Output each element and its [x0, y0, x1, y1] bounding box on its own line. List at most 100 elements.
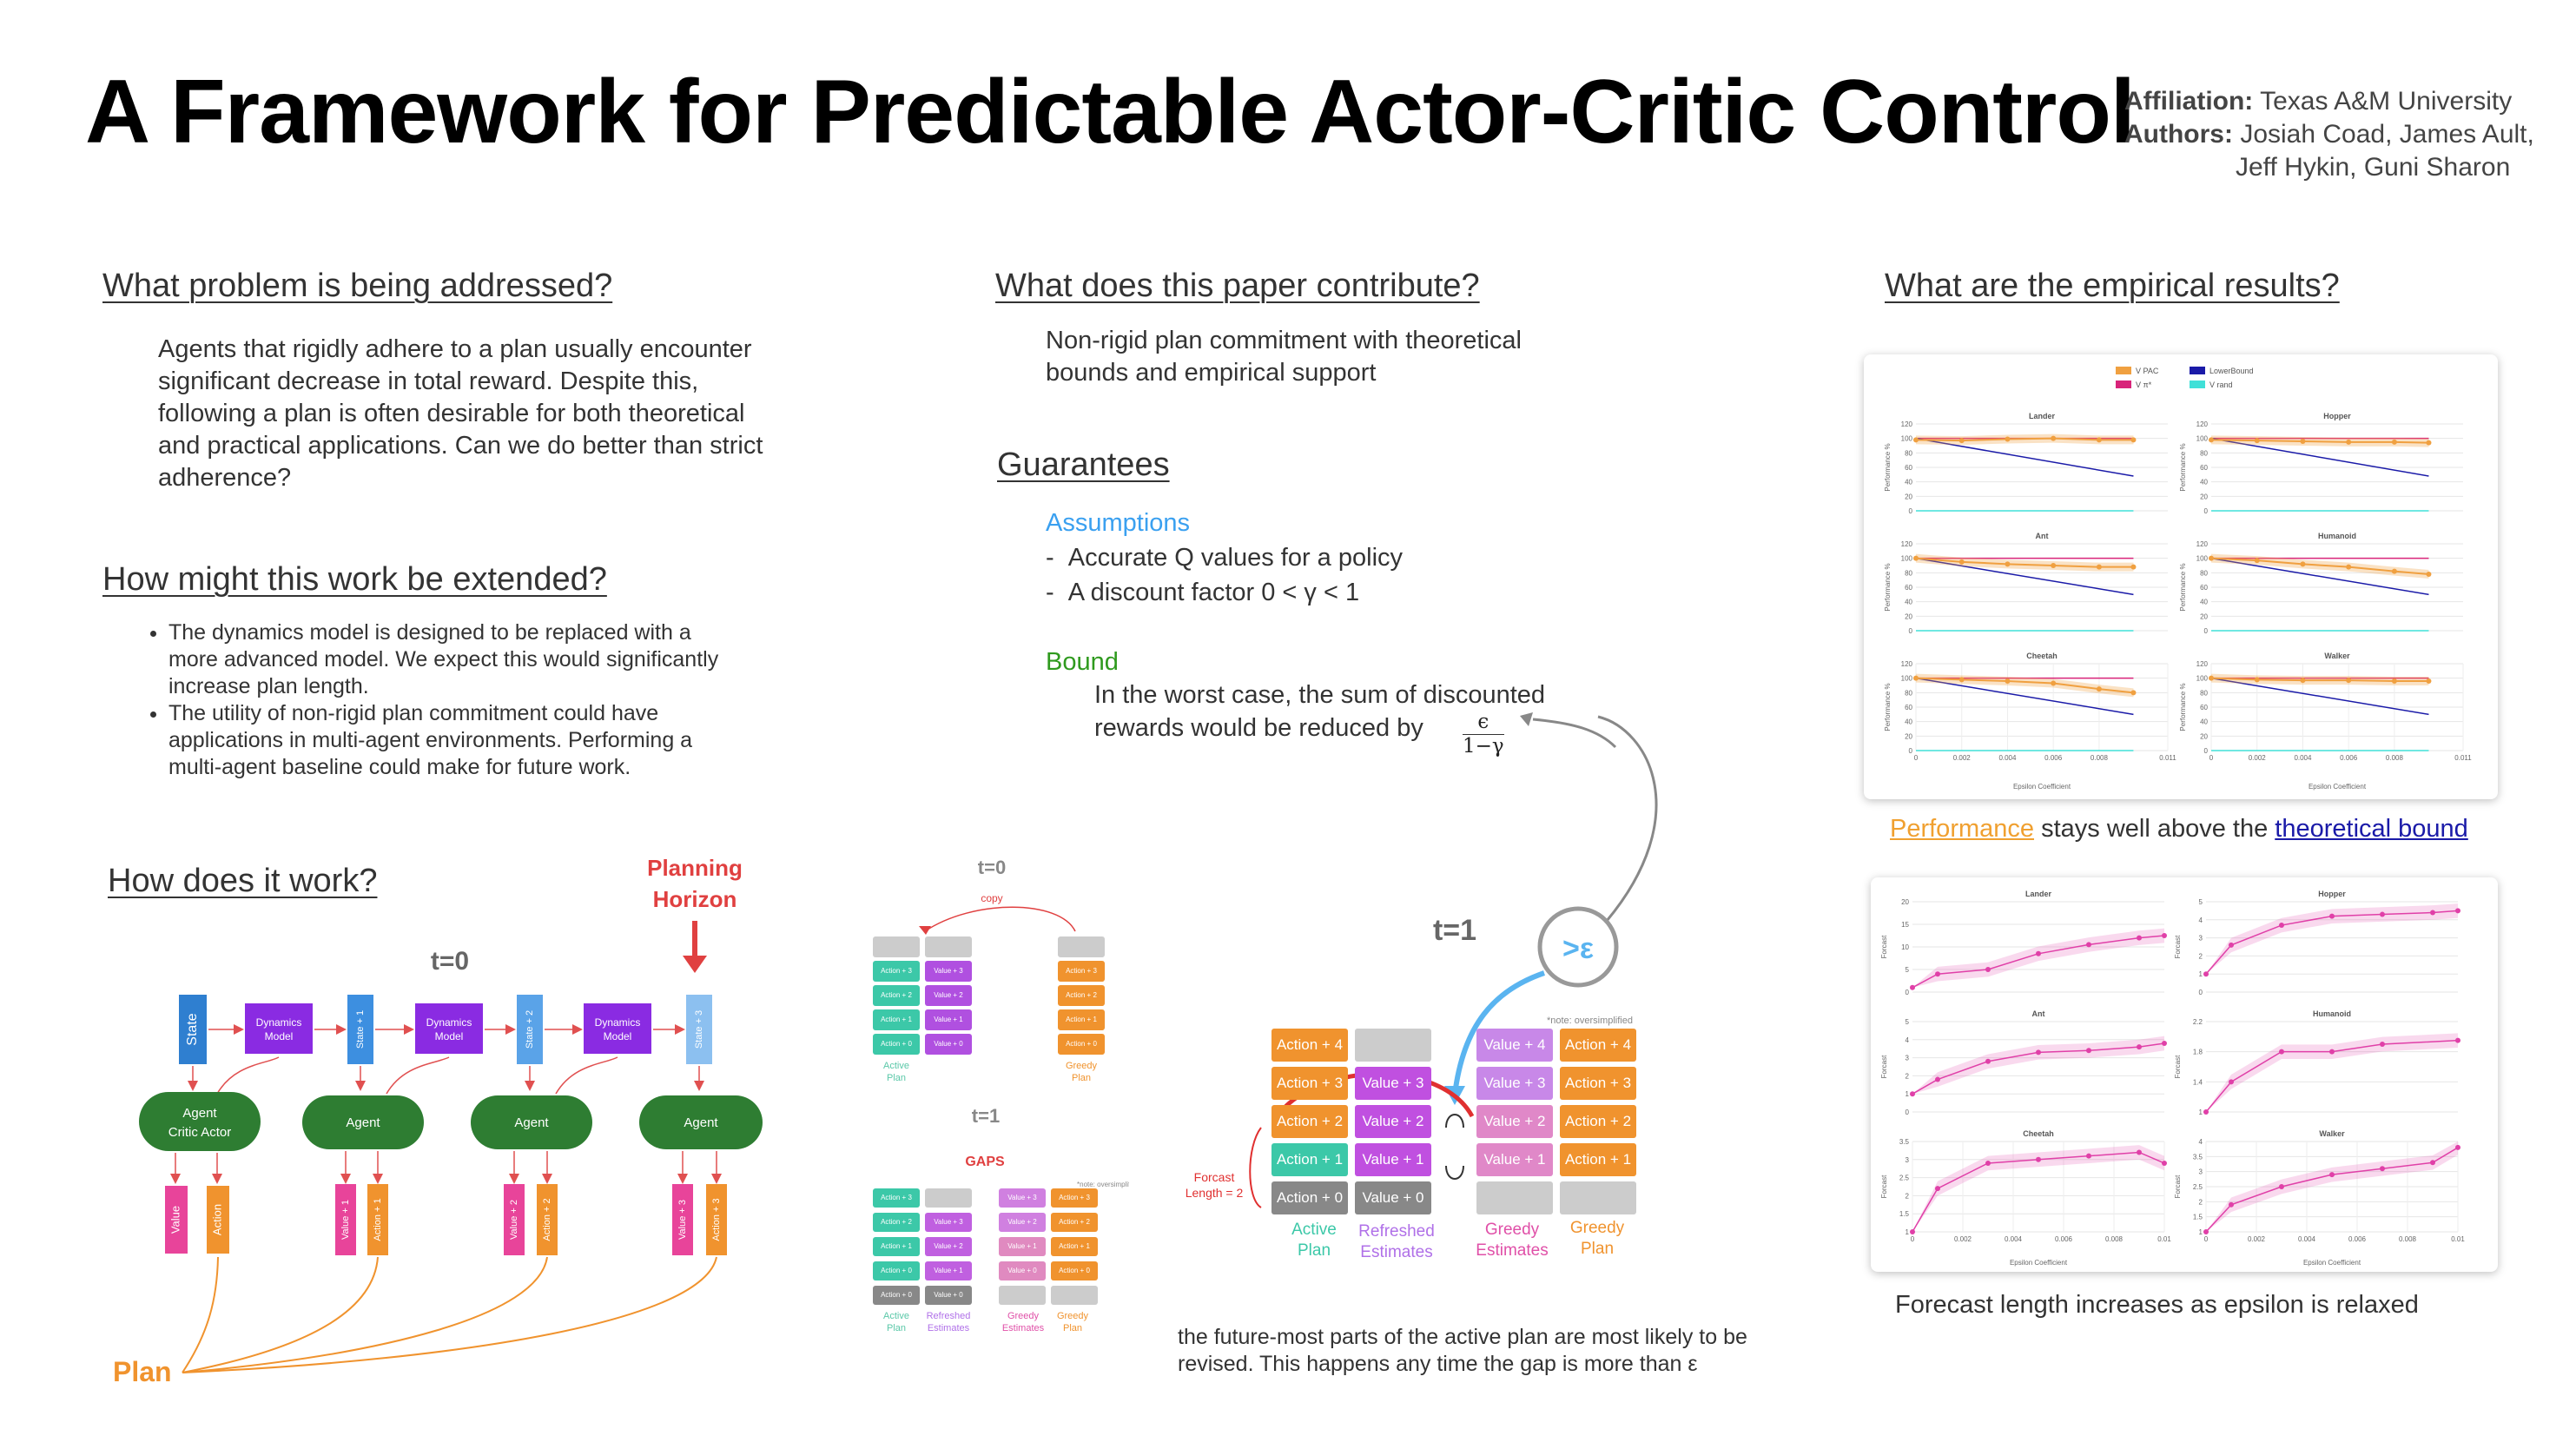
x-tick-label: 0.004 [2005, 1235, 2023, 1243]
pac-point [2426, 440, 2432, 446]
small-greedy-est-2: Estimates [1002, 1323, 1045, 1333]
y-tick-label: 0 [2199, 989, 2203, 996]
gaps-label: GAPS [965, 1155, 1005, 1169]
assumptions-title: Assumptions [1046, 509, 1191, 537]
y-tick-label: 100 [1901, 675, 1913, 683]
bound-arrow-tail [1532, 718, 1617, 749]
plan-label: Plan [113, 1356, 172, 1387]
big-greedy-action: Action + 2 [1560, 1105, 1636, 1138]
y-tick-label: 1 [2199, 1108, 2203, 1116]
forecast-point [2086, 1048, 2091, 1054]
small-t1-action: Action + 1 [873, 1237, 920, 1256]
forecast-point [2086, 942, 2091, 948]
y-tick-label: 5 [1906, 1018, 1910, 1026]
small-blank-cell [1058, 936, 1105, 957]
x-axis-label: Epsilon Coefficient [2303, 1259, 2361, 1267]
x-tick-label: 0.006 [2044, 754, 2063, 762]
x-tick-label: 0.002 [1954, 1235, 1972, 1243]
authors-label: Authors: [2124, 120, 2233, 149]
dynamics-model-3 [584, 1003, 651, 1054]
bound-text-1: In the worst case, the sum of discounted [1094, 681, 1546, 709]
y-tick-label: 20 [2200, 612, 2208, 620]
plan-curves [182, 1256, 717, 1373]
y-tick-label: 120 [2196, 420, 2209, 428]
gap-to-bound-arrowhead [1520, 712, 1533, 726]
small-t1-action: Action + 2 [873, 1213, 920, 1232]
forecast-point [2329, 1049, 2335, 1055]
guarantees-heading: Guarantees [997, 447, 1170, 483]
small-t1-value: Value + 2 [925, 1237, 972, 1256]
affiliation-label: Affiliation: [2124, 87, 2254, 116]
pac-point [2254, 558, 2260, 564]
y-tick-label: 0 [1909, 747, 1913, 755]
forecast-point [2229, 1079, 2234, 1085]
dynamics-model-3-label-a: Dynamics [595, 1016, 641, 1029]
pac-point [1913, 675, 1919, 681]
agent-2-label: Agent [346, 1115, 380, 1130]
x-tick-label: 0.006 [2340, 754, 2358, 762]
forecast-point [2036, 1156, 2041, 1162]
y-axis-label: Performance % [2179, 443, 2187, 491]
forecast-point [1910, 984, 1915, 990]
y-tick-label: 20 [1905, 732, 1912, 740]
forecast-point [2279, 923, 2284, 929]
x-tick-label: 0.004 [1998, 754, 2017, 762]
big-active-action: Action + 2 [1271, 1105, 1348, 1138]
pac-point [2209, 437, 2214, 443]
dynamics-model-1-label-b: Model [265, 1030, 294, 1042]
x-tick-label: 0.008 [2105, 1235, 2124, 1243]
y-tick-label: 120 [2196, 540, 2209, 548]
pac-confidence-band [1916, 673, 2134, 698]
subplot-title: Walker [2319, 1129, 2345, 1138]
small-blank-cell [925, 936, 972, 957]
forecast-point [1935, 1076, 1940, 1082]
forecast-point [2162, 1040, 2167, 1046]
forecast-point [2203, 1229, 2209, 1234]
y-tick-label: 4 [2199, 1138, 2203, 1146]
y-tick-label: 15 [1901, 921, 1909, 929]
big-greedy-action: Action + 1 [1560, 1143, 1636, 1176]
pac-point [2346, 678, 2352, 684]
y-tick-label: 1.8 [2193, 1049, 2203, 1056]
y-axis-label: Performance % [2179, 683, 2187, 731]
pac-point [2391, 568, 2397, 574]
big-refreshed-value: Value + 2 [1355, 1105, 1431, 1138]
state-label: State [185, 1013, 200, 1045]
big-blank-cell [1476, 1181, 1553, 1214]
forecast-point [2203, 971, 2209, 977]
forecast-point [2036, 1049, 2041, 1055]
y-tick-label: 2 [2199, 1198, 2203, 1206]
x-tick-label: 0.002 [1953, 754, 1972, 762]
copy-label: copy [981, 892, 1002, 904]
performance-chart-panel: V PAC LowerBound V π* V rand Lander 0 20 40 60 80… [1864, 354, 2498, 799]
gap-to-bound-arrow [1597, 715, 1658, 922]
greedy-plan-label-2: Plan [1581, 1240, 1614, 1258]
y-tick-label: 60 [2200, 704, 2208, 711]
pac-point [1958, 559, 1965, 565]
y-tick-label: 120 [1901, 420, 1913, 428]
dynamics-model-1-label-a: Dynamics [256, 1016, 302, 1029]
big-refreshed-value: Value + 3 [1355, 1067, 1431, 1100]
forecast-point [2137, 1149, 2142, 1155]
value-label: Value [168, 1206, 182, 1234]
poster-title: A Framework for Predictable Actor-Critic… [85, 62, 2136, 162]
small-greedy-est-1: Greedy [1007, 1311, 1040, 1321]
legend-label: V PAC [2136, 367, 2159, 375]
results-heading: What are the empirical results? [1885, 268, 2340, 304]
x-tick-label: 0.011 [2159, 754, 2176, 762]
agent-critic-actor [139, 1092, 261, 1151]
small-t1-value-0: Value + 0 [925, 1286, 972, 1305]
y-tick-label: 40 [2200, 599, 2208, 606]
perf-caption-bound: theoretical bound [2275, 815, 2468, 843]
pac-point [2346, 564, 2352, 570]
agent-3-label: Agent [514, 1115, 549, 1130]
small-t0: t=0 [978, 857, 1006, 878]
how-it-works-diagram: Planning Horizon t=0 State State + 1 Sta… [113, 855, 763, 1387]
y-tick-label: 1 [2199, 1228, 2203, 1236]
x-tick-label: 0.004 [2294, 754, 2312, 762]
small-refreshed-2: Estimates [928, 1323, 970, 1333]
y-tick-label: 0 [2204, 507, 2209, 515]
contrib-text: Non-rigid plan commitment with theoretic… [1046, 327, 1522, 387]
y-tick-label: 3 [2199, 1168, 2203, 1176]
y-tick-label: 60 [1905, 704, 1912, 711]
